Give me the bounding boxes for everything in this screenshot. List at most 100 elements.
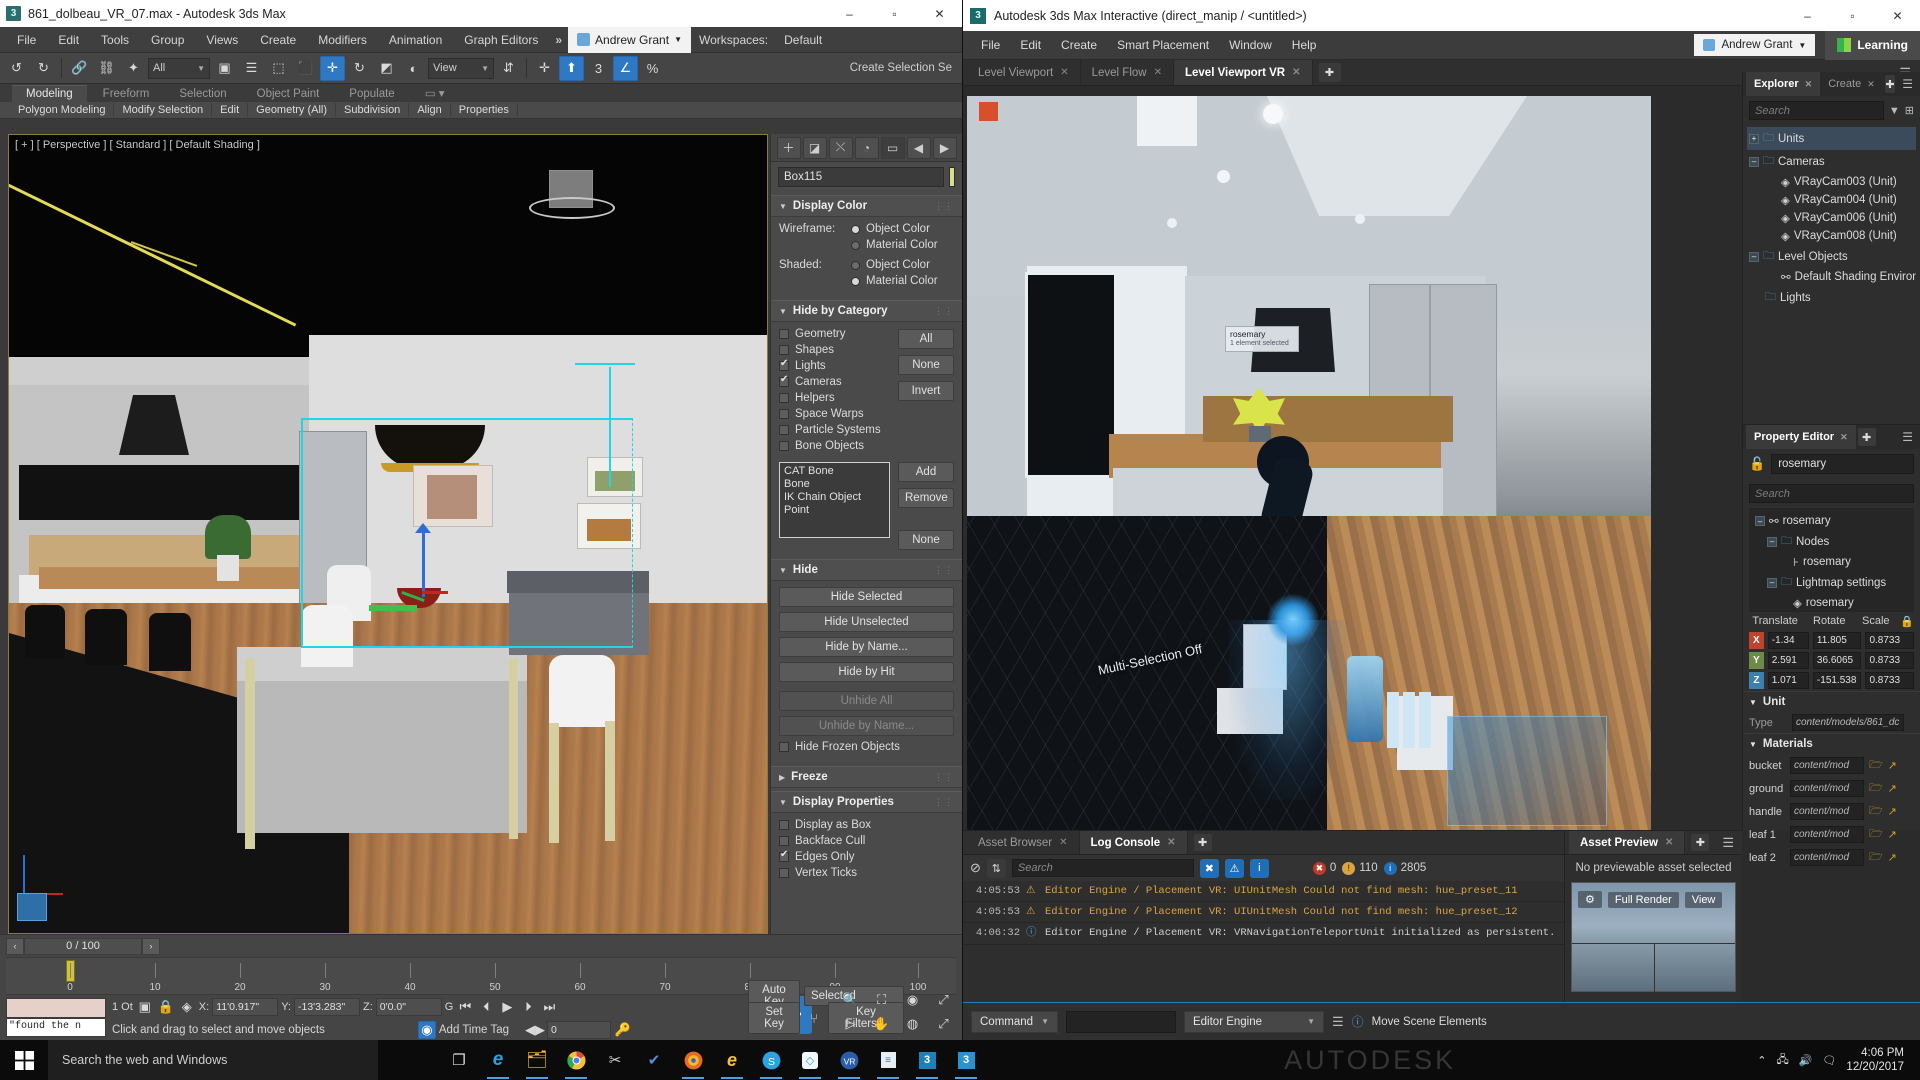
category-none-button[interactable]: None bbox=[898, 355, 954, 375]
display-tab-icon[interactable]: ▭ bbox=[880, 136, 905, 159]
tree-item-default-shading-environment[interactable]: ⚯ Default Shading Environm bbox=[1747, 268, 1916, 286]
utilities-prev-icon[interactable]: ◀ bbox=[906, 136, 931, 159]
close-icon[interactable]: ✕ bbox=[1805, 79, 1813, 90]
view-button[interactable]: View bbox=[1684, 891, 1723, 908]
close-icon[interactable]: ✕ bbox=[1840, 432, 1848, 443]
external-link-icon[interactable]: ↗ bbox=[1888, 805, 1897, 818]
drop-icon[interactable]: ◇ bbox=[793, 1040, 827, 1080]
close-icon[interactable]: ✕ bbox=[1292, 67, 1300, 78]
add-tab-icon[interactable]: ✚ bbox=[1318, 63, 1341, 82]
firefox-icon[interactable] bbox=[676, 1040, 710, 1080]
material-path-field[interactable]: content/mod bbox=[1790, 780, 1864, 797]
checkmark-icon[interactable]: ✔ bbox=[637, 1040, 671, 1080]
go-to-end-icon[interactable]: ⏭ bbox=[540, 998, 558, 1016]
tree-item-units[interactable]: + 🗀 Units bbox=[1747, 127, 1916, 150]
translate-z-field[interactable]: 1.071 bbox=[1767, 672, 1809, 689]
select-and-move-icon[interactable]: ✛ bbox=[320, 55, 345, 81]
expander-icon[interactable]: – bbox=[1767, 577, 1777, 588]
max-icon-2[interactable]: 3 bbox=[949, 1040, 983, 1080]
sort-icon[interactable]: ⇅ bbox=[986, 858, 1006, 878]
selection-filter-select[interactable]: All ▼ bbox=[148, 57, 210, 79]
menu-file[interactable]: File bbox=[6, 29, 47, 51]
display-as-box-row[interactable]: Display as Box bbox=[779, 819, 954, 831]
rollout-header[interactable]: ▼ Hide by Category ⋮⋮ bbox=[771, 300, 962, 322]
unhide-all-button[interactable]: Unhide All bbox=[779, 691, 954, 711]
tab-level-viewport-vr[interactable]: Level Viewport VR ✕ bbox=[1173, 60, 1313, 85]
pe-tree-item-rosemary-lightmap[interactable]: ◈ rosemary bbox=[1753, 594, 1910, 612]
folder-open-icon[interactable]: 🗁 bbox=[1869, 802, 1883, 821]
maxscript-listener[interactable]: "found the n bbox=[6, 998, 106, 1037]
workspace-value[interactable]: Default bbox=[776, 33, 830, 47]
start-button[interactable] bbox=[0, 1040, 48, 1080]
tree-item-vraycam008[interactable]: ◈ VRayCam008 (Unit) bbox=[1747, 227, 1916, 245]
wireframe-object-color-radio[interactable] bbox=[851, 224, 860, 234]
max-close-button[interactable]: ✕ bbox=[917, 0, 962, 27]
menu-modifiers[interactable]: Modifiers bbox=[307, 29, 378, 51]
category-space-warps[interactable]: Space Warps bbox=[779, 408, 890, 420]
checkbox[interactable] bbox=[779, 742, 789, 752]
rollout-header[interactable]: ▼ Display Color ⋮⋮ bbox=[771, 195, 962, 217]
ribbon-tab-freeform[interactable]: Freeform bbox=[89, 86, 164, 102]
filter-warnings-icon[interactable]: ⚠ bbox=[1224, 858, 1244, 878]
pe-tree-item-rosemary-node[interactable]: ⊦ rosemary bbox=[1753, 553, 1910, 571]
interactive-close-button[interactable]: ✕ bbox=[1875, 2, 1920, 29]
external-link-icon[interactable]: ↗ bbox=[1888, 782, 1897, 795]
checkbox[interactable] bbox=[779, 329, 789, 339]
expander-icon[interactable]: – bbox=[1749, 156, 1759, 167]
folder-open-icon[interactable]: 🗁 bbox=[1869, 779, 1883, 798]
tab-asset-browser[interactable]: Asset Browser ✕ bbox=[967, 831, 1080, 854]
rotate-z-field[interactable]: -151.538 bbox=[1812, 672, 1862, 689]
command-select[interactable]: Command ▼ bbox=[971, 1010, 1058, 1033]
close-icon[interactable]: ✕ bbox=[1060, 67, 1068, 78]
category-bone-objects[interactable]: Bone Objects bbox=[779, 440, 890, 452]
select-by-name-icon[interactable]: ☰ bbox=[239, 56, 264, 81]
backface-cull-row[interactable]: Backface Cull bbox=[779, 835, 954, 847]
interactive-maximize-button[interactable]: ▫ bbox=[1830, 2, 1875, 29]
bind-space-warp-icon[interactable]: ✦ bbox=[121, 56, 146, 81]
pe-tree-item-lightmap-settings[interactable]: – 🗀 Lightmap settings bbox=[1753, 571, 1910, 594]
field-of-view-icon[interactable]: ⤢ bbox=[931, 987, 956, 1012]
undo-icon[interactable]: ↺ bbox=[4, 56, 29, 81]
learning-button[interactable]: Learning bbox=[1825, 30, 1920, 60]
notifications-icon[interactable]: 🗨 bbox=[1822, 1054, 1836, 1067]
pe-tree-item-rosemary-root[interactable]: – ⚯ rosemary bbox=[1753, 512, 1910, 530]
property-editor-search-input[interactable]: Search bbox=[1749, 484, 1914, 503]
add-panel-icon[interactable]: ✚ bbox=[1857, 428, 1876, 446]
maximize-viewport-icon[interactable]: ▷ bbox=[838, 1011, 863, 1036]
external-link-icon[interactable]: ↗ bbox=[1888, 851, 1897, 864]
tab-property-editor[interactable]: Property Editor ✕ bbox=[1746, 425, 1856, 449]
category-shapes[interactable]: Shapes bbox=[779, 344, 890, 356]
close-icon[interactable]: ✕ bbox=[1867, 79, 1875, 90]
category-invert-button[interactable]: Invert bbox=[898, 381, 954, 401]
frame-counter[interactable]: 0 / 100 bbox=[24, 937, 142, 955]
zoom-all-icon[interactable]: ⛶ bbox=[869, 987, 894, 1012]
filter-errors-icon[interactable]: ✖ bbox=[1199, 858, 1219, 878]
unit-section-header[interactable]: ▼ Unit bbox=[1743, 691, 1920, 712]
subtab-geometry-all[interactable]: Geometry (All) bbox=[248, 103, 337, 117]
max-user-chip[interactable]: Andrew Grant ▼ bbox=[568, 26, 691, 53]
close-icon[interactable]: ✕ bbox=[1059, 837, 1067, 848]
int-menu-window[interactable]: Window bbox=[1219, 33, 1282, 57]
create-selection-set-label[interactable]: Create Selection Se bbox=[850, 62, 958, 74]
interactive-minimize-button[interactable]: – bbox=[1785, 2, 1830, 29]
checkbox[interactable] bbox=[779, 820, 789, 830]
asset-preview-thumbnail[interactable]: ⚙ Full Render View bbox=[1571, 882, 1736, 993]
material-path-field[interactable]: content/mod bbox=[1790, 757, 1864, 774]
select-object-icon[interactable]: ▣ bbox=[212, 56, 237, 81]
expander-icon[interactable]: – bbox=[1749, 251, 1759, 262]
tree-item-vraycam003[interactable]: ◈ VRayCam003 (Unit) bbox=[1747, 173, 1916, 191]
category-all-button[interactable]: All bbox=[898, 329, 954, 349]
tab-explorer[interactable]: Explorer ✕ bbox=[1746, 72, 1821, 96]
key-filters-toggle-icon[interactable]: ⑂ bbox=[804, 1006, 824, 1031]
frame-next-button[interactable]: › bbox=[142, 937, 160, 955]
select-and-scale-icon[interactable]: ◩ bbox=[374, 56, 399, 81]
checkbox[interactable] bbox=[779, 374, 789, 387]
tab-level-flow[interactable]: Level Flow ✕ bbox=[1080, 60, 1174, 85]
category-lights[interactable]: Lights bbox=[779, 358, 890, 372]
ribbon-tab-modeling[interactable]: Modeling bbox=[12, 85, 87, 102]
tree-item-vraycam004[interactable]: ◈ VRayCam004 (Unit) bbox=[1747, 191, 1916, 209]
angle-snap-icon[interactable]: ∠ bbox=[613, 55, 638, 81]
ribbon-options-icon[interactable]: ▭ ▾ bbox=[411, 84, 459, 102]
close-icon[interactable]: ✕ bbox=[1665, 837, 1673, 848]
coord-x-field[interactable]: 11'0.917" bbox=[212, 998, 279, 1016]
